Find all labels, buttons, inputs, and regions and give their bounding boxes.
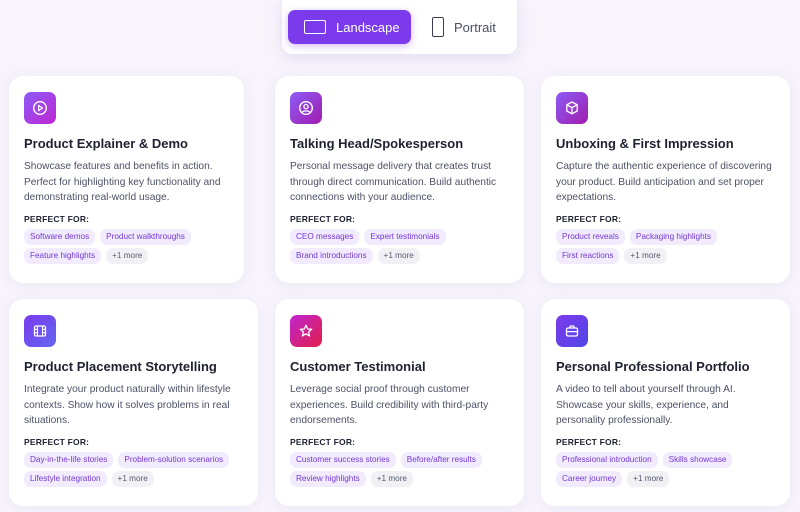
tag: Lifestyle integration (24, 471, 107, 487)
tag: Software demos (24, 229, 96, 245)
card-description: Integrate your product naturally within … (24, 384, 231, 426)
play-circle-icon (24, 92, 56, 124)
card-description: Showcase features and benefits in action… (24, 161, 221, 203)
tag: Product reveals (556, 229, 625, 245)
orientation-toggle: Landscape Portrait (282, 0, 517, 54)
card-title: Talking Head/Spokesperson (290, 136, 464, 151)
perfect-for-label: PERFECT FOR: (290, 437, 356, 447)
more-tags-badge: +1 more (106, 248, 149, 264)
landscape-label: Landscape (336, 19, 400, 35)
perfect-for-label: PERFECT FOR: (556, 214, 622, 224)
tag: CEO messages (290, 229, 360, 245)
box-icon (556, 92, 588, 124)
tag: Customer success stories (290, 452, 396, 468)
tag: Skills showcase (662, 452, 733, 468)
card-title: Unboxing & First Impression (556, 136, 734, 151)
card-title: Product Explainer & Demo (24, 136, 188, 151)
tag: Product walkthroughs (100, 229, 191, 245)
video-type-card-unboxing[interactable]: Unboxing & First Impression Capture the … (541, 76, 790, 283)
video-type-card-talking-head[interactable]: Talking Head/Spokesperson Personal messa… (275, 76, 524, 283)
more-tags-badge: +1 more (377, 248, 420, 264)
more-tags-badge: +1 more (624, 248, 667, 264)
portrait-icon (432, 17, 444, 37)
video-type-card-product-placement[interactable]: Product Placement Storytelling Integrate… (9, 299, 258, 506)
portrait-label: Portrait (454, 19, 496, 35)
card-title: Customer Testimonial (290, 359, 426, 374)
star-icon (290, 315, 322, 347)
card-description: A video to tell about yourself through A… (556, 384, 736, 426)
tag: First reactions (556, 248, 620, 264)
tag: Career journey (556, 471, 623, 487)
tag: Before/after results (400, 452, 482, 468)
card-description: Leverage social proof through customer e… (290, 384, 489, 426)
video-type-card-personal-portfolio[interactable]: Personal Professional Portfolio A video … (541, 299, 790, 506)
tag-list: Day-in-the-life stories Problem-solution… (24, 452, 239, 487)
tag: Day-in-the-life stories (24, 452, 114, 468)
video-type-card-product-explainer[interactable]: Product Explainer & Demo Showcase featur… (9, 76, 244, 283)
more-tags-badge: +1 more (111, 471, 154, 487)
portrait-button[interactable]: Portrait (430, 10, 510, 44)
more-tags-badge: +1 more (370, 471, 413, 487)
film-icon (24, 315, 56, 347)
tag-list: Software demos Product walkthroughs Feat… (24, 229, 239, 264)
perfect-for-label: PERFECT FOR: (24, 437, 90, 447)
card-title: Product Placement Storytelling (24, 359, 217, 374)
tag-list: Product reveals Packaging highlights Fir… (556, 229, 771, 264)
landscape-icon (304, 20, 326, 34)
tag: Expert testimonials (364, 229, 446, 245)
tag-list: Professional introduction Skills showcas… (556, 452, 771, 487)
tag: Problem-solution scenarios (118, 452, 230, 468)
tag: Feature highlights (24, 248, 102, 264)
tag-list: Customer success stories Before/after re… (290, 452, 505, 487)
more-tags-badge: +1 more (627, 471, 670, 487)
landscape-button[interactable]: Landscape (288, 10, 411, 44)
perfect-for-label: PERFECT FOR: (556, 437, 622, 447)
perfect-for-label: PERFECT FOR: (290, 214, 356, 224)
card-title: Personal Professional Portfolio (556, 359, 750, 374)
perfect-for-label: PERFECT FOR: (24, 214, 90, 224)
briefcase-icon (556, 315, 588, 347)
tag: Packaging highlights (629, 229, 717, 245)
card-description: Personal message delivery that creates t… (290, 161, 497, 203)
card-description: Capture the authentic experience of disc… (556, 161, 772, 203)
tag-list: CEO messages Expert testimonials Brand i… (290, 229, 505, 264)
tag: Review highlights (290, 471, 366, 487)
tag: Professional introduction (556, 452, 658, 468)
video-type-card-customer-testimonial[interactable]: Customer Testimonial Leverage social pro… (275, 299, 524, 506)
tag: Brand introductions (290, 248, 373, 264)
user-circle-icon (290, 92, 322, 124)
